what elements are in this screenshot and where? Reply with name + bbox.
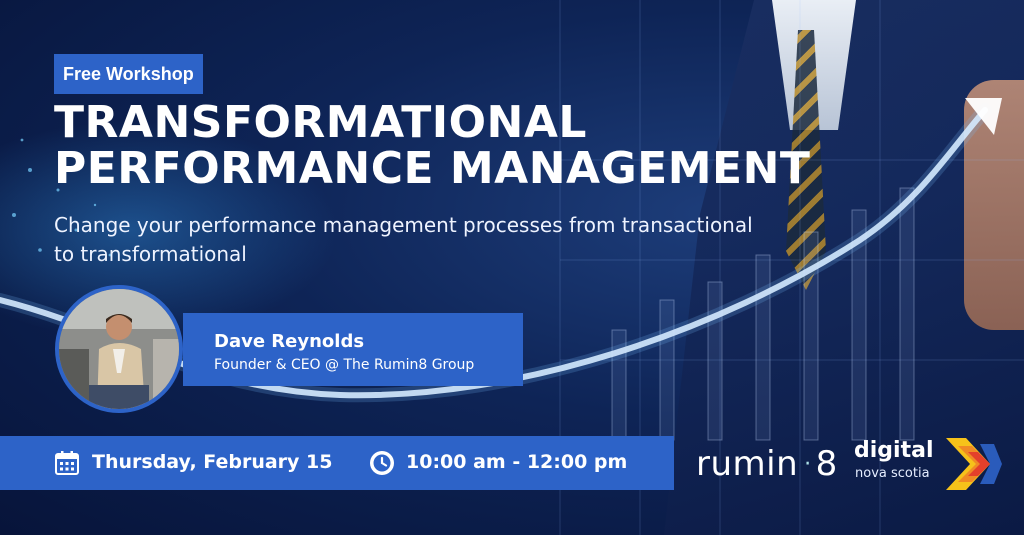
speaker-name: Dave Reynolds	[214, 331, 365, 352]
title-line-1: TRANSFORMATIONAL	[54, 97, 587, 148]
free-workshop-badge: Free Workshop	[54, 54, 203, 94]
workshop-title: TRANSFORMATIONAL PERFORMANCE MANAGEMENT	[54, 100, 814, 192]
subtitle-line-1: Change your performance management proce…	[54, 213, 753, 237]
dns-logo-word-nova-scotia: nova scotia	[855, 466, 930, 481]
speaker-photo	[59, 289, 179, 409]
rumin8-logo: rumin · 8	[696, 444, 838, 484]
speaker-avatar	[55, 285, 183, 413]
event-date: Thursday, February 15	[92, 451, 333, 473]
rumin8-logo-dot: ·	[804, 451, 812, 477]
calendar-icon	[55, 451, 79, 475]
dns-logo-word-digital: digital	[854, 438, 934, 463]
dns-chevron-icon	[946, 438, 1002, 490]
event-time: 10:00 am - 12:00 pm	[406, 451, 628, 473]
event-details-bar: Thursday, February 15 10:00 am - 12:00 p…	[0, 436, 674, 490]
clock-icon	[370, 451, 394, 475]
workshop-subtitle: Change your performance management proce…	[54, 211, 814, 269]
rumin8-logo-number: 8	[815, 444, 838, 484]
speaker-role: Founder & CEO @ The Rumin8 Group	[214, 357, 475, 373]
speaker-info: Dave Reynolds Founder & CEO @ The Rumin8…	[183, 313, 523, 386]
title-line-2: PERFORMANCE MANAGEMENT	[54, 143, 811, 194]
rumin8-logo-text: rumin	[696, 444, 799, 484]
digital-nova-scotia-logo: digital nova scotia	[854, 438, 1014, 490]
subtitle-line-2: to transformational	[54, 242, 247, 266]
